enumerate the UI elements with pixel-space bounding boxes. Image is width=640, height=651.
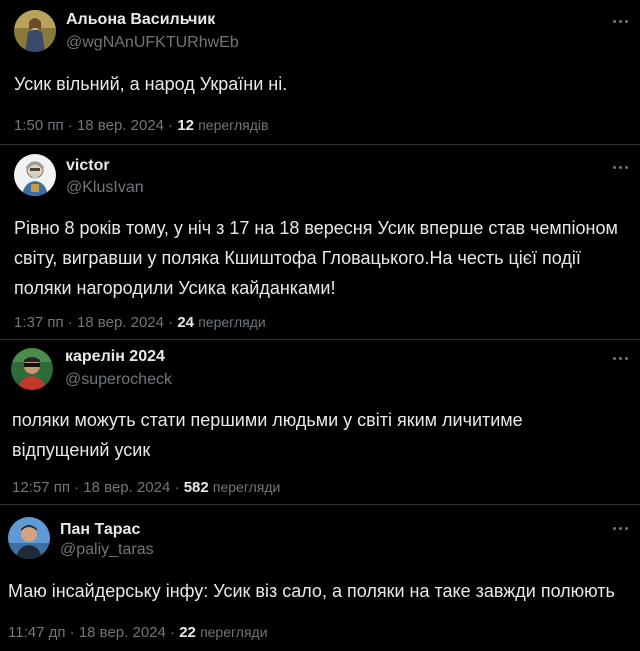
tweet-time[interactable]: 12:57 пп xyxy=(12,479,70,496)
views-label: перегляди xyxy=(200,624,268,640)
tweet-time[interactable]: 11:47 дп xyxy=(8,624,65,641)
tweet-text: Маю інсайдерську інфу: Усик віз сало, а … xyxy=(8,581,615,601)
tweet[interactable]: Альона Васильчик @wgNAnUFKTURhwEb Усик в… xyxy=(0,0,640,145)
tweet-time[interactable]: 1:50 пп xyxy=(14,117,64,134)
separator: · xyxy=(168,117,174,134)
tweet-meta: 11:47 дп · 18 вер. 2024 · 22 перегляди xyxy=(8,624,268,641)
separator: · xyxy=(69,624,75,641)
more-options-button[interactable] xyxy=(613,162,628,172)
tweet-meta: 1:37 пп · 18 вер. 2024 · 24 перегляди xyxy=(14,314,266,331)
avatar[interactable] xyxy=(8,517,50,559)
more-horizontal-icon xyxy=(613,356,616,360)
tweet-meta: 12:57 пп · 18 вер. 2024 · 582 перегляди xyxy=(12,479,280,496)
views-label: перегля­дів xyxy=(198,117,269,133)
tweet[interactable]: карелін 2024 @superocheck поляки можуть … xyxy=(0,340,640,505)
tweet-text: Рівно 8 років тому, у ніч з 17 на 18 вер… xyxy=(14,218,618,298)
author-name[interactable]: карелін 2024 xyxy=(65,348,165,366)
author-handle[interactable]: @paliy_taras xyxy=(60,541,154,559)
avatar-image xyxy=(8,517,50,559)
author-handle[interactable]: @superocheck xyxy=(65,371,172,389)
author-name[interactable]: victor xyxy=(66,157,110,175)
tweet-date[interactable]: 18 вер. 2024 xyxy=(83,479,170,496)
author-name[interactable]: Альона Васильчик xyxy=(66,11,215,29)
tweet[interactable]: Пан Тарас @paliy_taras Маю інсайдерську … xyxy=(0,505,640,651)
author-handle[interactable]: @KlusIvan xyxy=(66,179,144,197)
separator: · xyxy=(74,479,80,496)
tweet-text: поляки можуть стати першими людьми у сві… xyxy=(12,410,523,460)
avatar[interactable] xyxy=(11,348,53,390)
tweet-time[interactable]: 1:37 пп xyxy=(14,314,64,331)
author-name[interactable]: Пан Тарас xyxy=(60,521,140,539)
avatar-image xyxy=(11,348,53,390)
tweet-meta: 1:50 пп · 18 вер. 2024 · 12 перегля­дів xyxy=(14,117,268,134)
separator: · xyxy=(170,624,176,641)
more-options-button[interactable] xyxy=(613,353,628,363)
separator: · xyxy=(67,314,73,331)
author-handle[interactable]: @wgNAnUFKTURhwEb xyxy=(66,34,239,52)
separator: · xyxy=(174,479,180,496)
avatar-image xyxy=(14,154,56,196)
views-count: 582 xyxy=(183,479,209,496)
more-horizontal-icon xyxy=(613,526,616,530)
avatar[interactable] xyxy=(14,10,56,52)
more-horizontal-icon xyxy=(613,165,616,169)
tweet[interactable]: victor @KlusIvan Рівно 8 років тому, у н… xyxy=(0,145,640,340)
tweet-text: Усик вільний, а народ України ні. xyxy=(14,74,288,94)
more-horizontal-icon xyxy=(613,19,616,23)
separator: · xyxy=(67,117,73,134)
avatar-image xyxy=(14,10,56,52)
avatar[interactable] xyxy=(14,154,56,196)
views-count: 24 xyxy=(177,314,195,331)
tweet-date[interactable]: 18 вер. 2024 xyxy=(77,117,164,134)
views-label: перегляди xyxy=(212,479,281,495)
views-count: 12 xyxy=(177,117,195,134)
views-count: 22 xyxy=(179,624,196,641)
tweet-date[interactable]: 18 вер. 2024 xyxy=(79,624,166,641)
views-label: перегляди xyxy=(198,314,266,330)
more-options-button[interactable] xyxy=(613,16,628,26)
tweet-date[interactable]: 18 вер. 2024 xyxy=(77,314,164,331)
separator: · xyxy=(168,314,174,331)
more-options-button[interactable] xyxy=(613,523,628,533)
